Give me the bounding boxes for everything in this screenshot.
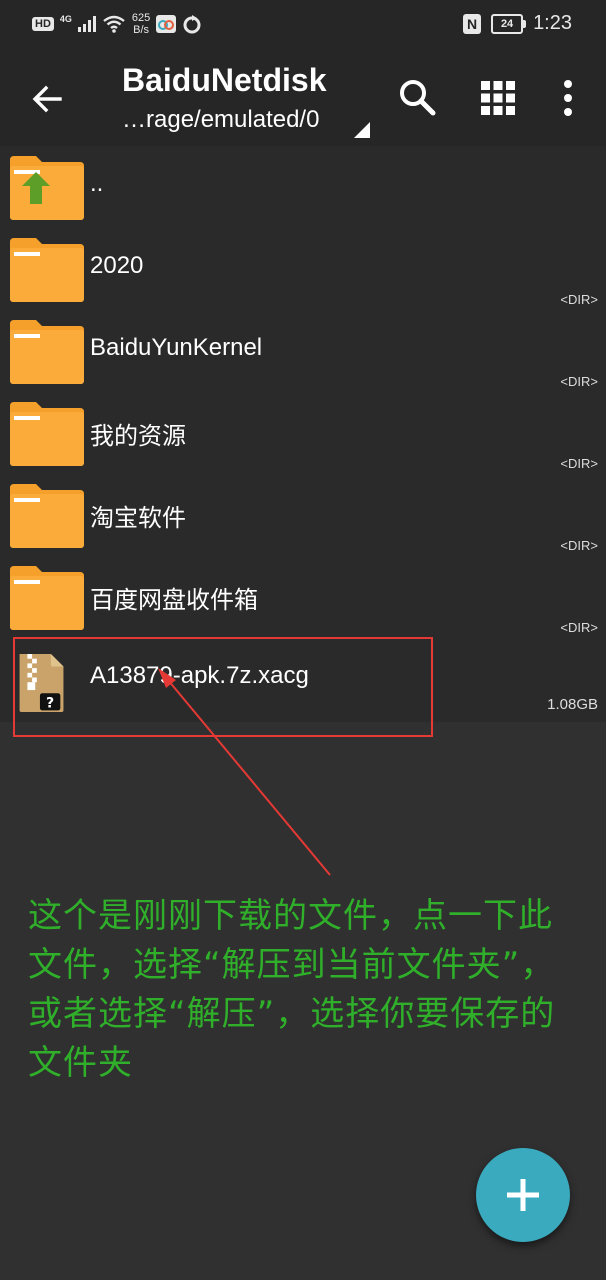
file-name: BaiduYunKernel [90, 334, 263, 361]
file-name: 2020 [90, 252, 144, 279]
folder-icon [10, 402, 84, 466]
more-vert-icon [564, 80, 572, 116]
file-meta: <DIR> [560, 456, 598, 471]
folder-icon [10, 238, 84, 302]
file-meta: <DIR> [560, 292, 598, 307]
more-options-button[interactable] [556, 78, 580, 118]
search-icon [400, 80, 436, 116]
instruction-text: 这个是刚刚下载的文件，点一下此文件，选择“解压到当前文件夹”，或者选择“解压”，… [28, 896, 556, 1083]
app-title: BaiduNetdisk [122, 62, 327, 98]
signal-icon [77, 16, 96, 32]
file-row-folder[interactable]: 2020 <DIR> [0, 228, 606, 310]
current-path: …rage/emulated/0 [122, 106, 320, 133]
path-dropdown[interactable]: …rage/emulated/0 [122, 106, 374, 140]
clock: 1:23 [533, 12, 572, 34]
file-row-folder[interactable]: BaiduYunKernel <DIR> [0, 310, 606, 392]
file-name: 我的资源 [90, 423, 186, 450]
grid-icon [481, 81, 515, 115]
net-speed: 625 B/s [132, 12, 150, 36]
wifi-icon [103, 15, 125, 33]
file-row-folder[interactable]: 淘宝软件 <DIR> [0, 474, 606, 556]
folder-icon [10, 566, 84, 630]
folder-icon [10, 484, 84, 548]
search-button[interactable] [396, 76, 440, 120]
add-fab-button[interactable] [476, 1148, 570, 1242]
status-right: N 24 1:23 [463, 12, 572, 35]
file-row-parent[interactable]: .. [0, 146, 606, 228]
dropdown-triangle-icon [354, 122, 370, 138]
nfc-icon: N [463, 13, 482, 34]
plus-icon [507, 1179, 539, 1211]
file-list: .. 2020 <DIR> BaiduYunKernel <DIR> 我的资源 … [0, 146, 606, 722]
back-button[interactable] [22, 74, 74, 124]
back-arrow-icon [32, 85, 62, 113]
file-meta: <DIR> [560, 538, 598, 553]
status-bar: HD 4G 625 B/s N 24 1:23 [0, 0, 606, 52]
network-type: 4G [59, 14, 72, 24]
file-meta: <DIR> [560, 620, 598, 635]
file-name: .. [90, 170, 104, 197]
net-speed-value: 625 [131, 12, 151, 24]
file-row-folder[interactable]: 我的资源 <DIR> [0, 392, 606, 474]
net-speed-unit: B/s [133, 24, 150, 36]
toolbar: BaiduNetdisk …rage/emulated/0 [0, 52, 606, 146]
folder-icon [10, 320, 84, 384]
status-left: HD 4G 625 B/s [32, 12, 202, 36]
hd-badge: HD [32, 17, 54, 31]
grid-view-button[interactable] [478, 78, 518, 118]
file-name: 淘宝软件 [90, 505, 186, 532]
parent-folder-icon [10, 156, 84, 220]
file-size: 1.08GB [547, 696, 598, 713]
file-meta: <DIR> [560, 374, 598, 389]
sync-icon [183, 15, 201, 34]
battery-icon: 24 [491, 13, 527, 34]
baidu-cloud-icon [156, 15, 177, 33]
file-name: 百度网盘收件箱 [90, 587, 258, 614]
file-row-folder[interactable]: 百度网盘收件箱 <DIR> [0, 556, 606, 638]
highlight-box [13, 637, 433, 737]
